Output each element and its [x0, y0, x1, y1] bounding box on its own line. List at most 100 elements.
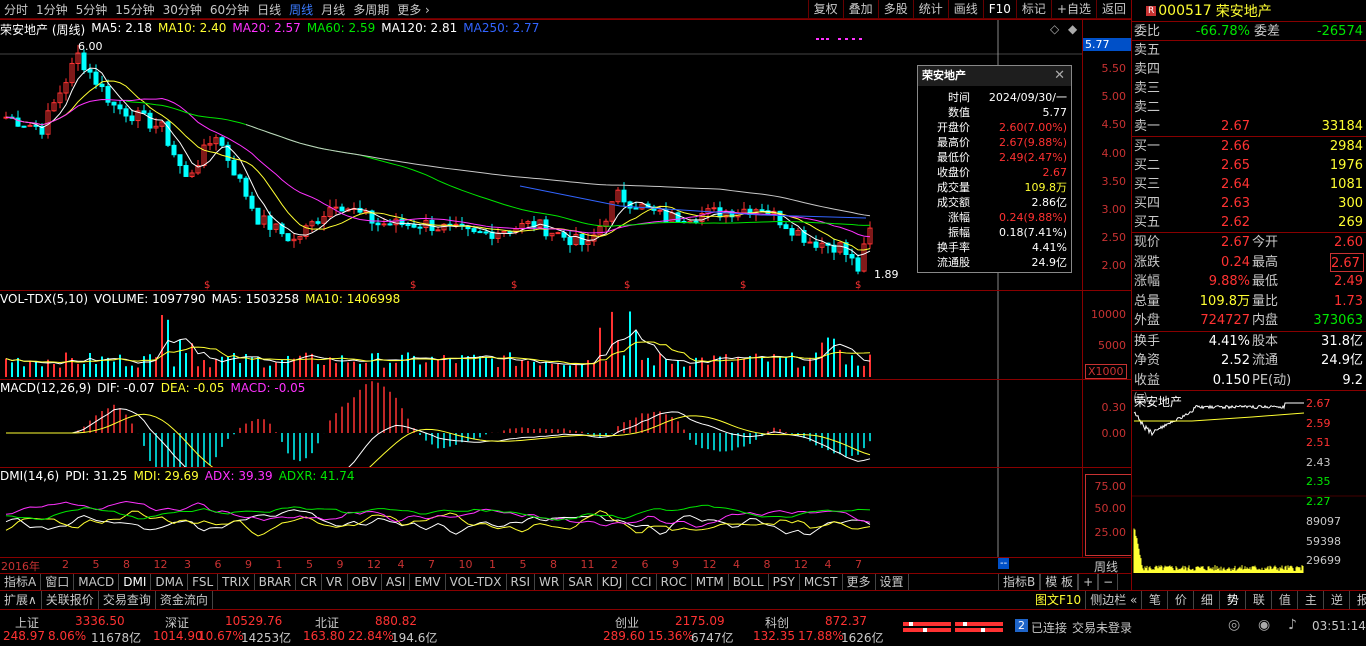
indicator-tab-21[interactable]: BOLL [729, 574, 769, 590]
tool-button-8[interactable]: 返回 [1095, 0, 1131, 19]
indicator-tab-0[interactable]: 指标A [0, 574, 42, 590]
indicator-tab-23[interactable]: MCST [800, 574, 843, 590]
tool-button-7[interactable]: +自选 [1050, 0, 1096, 19]
bell-icon[interactable]: ♪ [1288, 617, 1297, 633]
tool-button-3[interactable]: 统计 [912, 0, 948, 19]
index-change: 163.80 [303, 629, 345, 643]
side-tab-6[interactable]: 联 [1246, 591, 1273, 609]
dmi-legend: DMI(14,6) PDI: 31.25 MDI: 29.69 ADX: 39.… [0, 469, 355, 483]
tool-button-1[interactable]: 叠加 [842, 0, 878, 19]
period-tab-0[interactable]: 分时 [0, 1, 32, 18]
indicator-tab-20[interactable]: MTM [692, 574, 729, 590]
indicator-tab-8[interactable]: CR [296, 574, 322, 590]
side-tab-9[interactable]: 逆 [1324, 591, 1351, 609]
indicator-tab-17[interactable]: KDJ [598, 574, 628, 590]
tool-button-0[interactable]: 复权 [807, 0, 843, 19]
indicator-tab-22[interactable]: PSY [769, 574, 800, 590]
period-tab-8[interactable]: 月线 [317, 1, 349, 18]
period-tab-6[interactable]: 日线 [253, 1, 285, 18]
bottom-tab-0[interactable]: 扩展∧ [0, 591, 42, 609]
period-tab-5[interactable]: 60分钟 [206, 1, 253, 18]
indicator-tab-15[interactable]: WR [535, 574, 565, 590]
indicator-tab-7[interactable]: BRAR [255, 574, 297, 590]
side-tab-2[interactable]: 笔 [1142, 591, 1169, 609]
popup-row: 成交额 2.86亿 [918, 195, 1071, 210]
bottom-tab-3[interactable]: 资金流向 [156, 591, 213, 609]
period-tab-1[interactable]: 1分钟 [32, 1, 72, 18]
indicator-tab-16[interactable]: SAR [564, 574, 598, 590]
volume-panel[interactable]: VOL-TDX(5,10) VOLUME: 1097790 MA5: 15032… [0, 290, 1131, 380]
bottom-tab-1[interactable]: 关联报价 [42, 591, 99, 609]
popup-row: 成交量 109.8万 [918, 180, 1071, 195]
indicator-tab-11[interactable]: ASI [382, 574, 411, 590]
ma120-label: MA120: 2.81 [381, 21, 458, 35]
chat-icon[interactable]: ◉ [1258, 617, 1270, 633]
period-tab-7[interactable]: 周线 [285, 1, 317, 18]
vol-unit: X1000 [1085, 364, 1127, 379]
indicator-tab-19[interactable]: ROC [657, 574, 692, 590]
indicator-tab-1[interactable]: 窗口 [41, 574, 75, 590]
period-tab-10[interactable]: 更多 › [393, 1, 434, 18]
index-amount: 14253亿 [241, 631, 292, 645]
side-tab-5[interactable]: 势 [1220, 591, 1247, 609]
period-tab-2[interactable]: 5分钟 [72, 1, 112, 18]
indicator-tab-10[interactable]: OBV [348, 574, 383, 590]
tool-button-5[interactable]: F10 [982, 0, 1016, 19]
indicator-tab-6[interactable]: TRIX [218, 574, 255, 590]
book-row: 卖四 [1132, 60, 1366, 79]
indicator-tab-4[interactable]: DMA [151, 574, 189, 590]
period-toolbar: 分时 1分钟 5分钟 15分钟 30分钟 60分钟 日线 周线 月线 多周期 更多 › 复权 叠加 多股… [0, 0, 1131, 19]
index-tab-2[interactable]: + [1078, 574, 1099, 590]
clock: 03:51:14 [1312, 619, 1366, 633]
indicator-tab-3[interactable]: DMI [119, 574, 152, 590]
period-tab-3[interactable]: 15分钟 [111, 1, 158, 18]
book-row: 卖二 [1132, 98, 1366, 117]
trade-status[interactable]: 交易未登录 [1072, 619, 1132, 636]
side-tab-10[interactable]: 报 [1350, 591, 1366, 609]
side-tab-8[interactable]: 主 [1298, 591, 1325, 609]
dmi-panel[interactable]: DMI(14,6) PDI: 31.25 MDI: 29.69 ADX: 39.… [0, 467, 1131, 558]
x-tick-18: 2 [611, 558, 618, 571]
bottom-tab-2[interactable]: 交易查询 [99, 591, 156, 609]
bottom-tabs: 扩展∧ 关联报价 交易查询 资金流向 图文F10 侧边栏 «笔价细势联值主逆报 [0, 590, 1366, 609]
tool-button-2[interactable]: 多股 [877, 0, 913, 19]
indicator-tab-14[interactable]: RSI [507, 574, 536, 590]
indicator-tab-9[interactable]: VR [322, 574, 348, 590]
close-icon[interactable]: ✕ [1054, 68, 1065, 83]
index-tab-0[interactable]: 指标B [998, 574, 1041, 590]
index-pct: 17.88% [798, 629, 844, 643]
low-mark: 1.89 [874, 268, 899, 281]
stat-value: 0.24 [1221, 254, 1250, 270]
indicator-tab-24[interactable]: 更多 [843, 574, 876, 590]
tool-button-4[interactable]: 画线 [947, 0, 983, 19]
period-tab-4[interactable]: 30分钟 [159, 1, 206, 18]
index-value: 10529.76 [225, 614, 283, 628]
indicator-tab-5[interactable]: FSL [188, 574, 219, 590]
side-tab-1[interactable]: 侧边栏 « [1086, 591, 1143, 609]
side-tab-4[interactable]: 细 [1194, 591, 1221, 609]
mini-intraday-chart[interactable]: 荣安地产 2.67 2.59 2.51 2.43 2.35 2.27 89097 59398 2… [1132, 391, 1366, 581]
indicator-tab-13[interactable]: VOL-TDX [446, 574, 507, 590]
refresh-icon[interactable]: ◎ [1228, 617, 1240, 633]
tool-button-6[interactable]: 标记 [1015, 0, 1051, 19]
side-tab-7[interactable]: 值 [1272, 591, 1299, 609]
popup-key: 成交量 [937, 181, 970, 194]
index-value: 3336.50 [75, 614, 125, 628]
popup-value: 2.60(7.00%) [998, 121, 1067, 134]
side-tab-0[interactable]: 图文F10 [1031, 591, 1087, 609]
indicator-tab-2[interactable]: MACD [74, 574, 120, 590]
index-tab-3[interactable]: − [1098, 574, 1119, 590]
stat-value: 0.150 [1212, 372, 1250, 388]
stat-row: 换手 4.41% 股本 31.8亿 [1132, 332, 1366, 352]
macd-panel[interactable]: MACD(12,26,9) DIF: -0.07 DEA: -0.05 MACD… [0, 379, 1131, 468]
price-tick-5: 3.00 [1101, 203, 1127, 216]
period-tab-9[interactable]: 多周期 [349, 1, 393, 18]
side-tab-3[interactable]: 价 [1168, 591, 1195, 609]
book-volume [1250, 60, 1366, 79]
popup-value: 5.77 [1042, 106, 1068, 119]
indicator-tab-25[interactable]: 设置 [876, 574, 909, 590]
connection-status[interactable]: 已连接 [1031, 619, 1067, 636]
indicator-tab-18[interactable]: CCI [627, 574, 657, 590]
indicator-tab-12[interactable]: EMV [410, 574, 446, 590]
index-tab-1[interactable]: 模 板 [1040, 574, 1079, 590]
